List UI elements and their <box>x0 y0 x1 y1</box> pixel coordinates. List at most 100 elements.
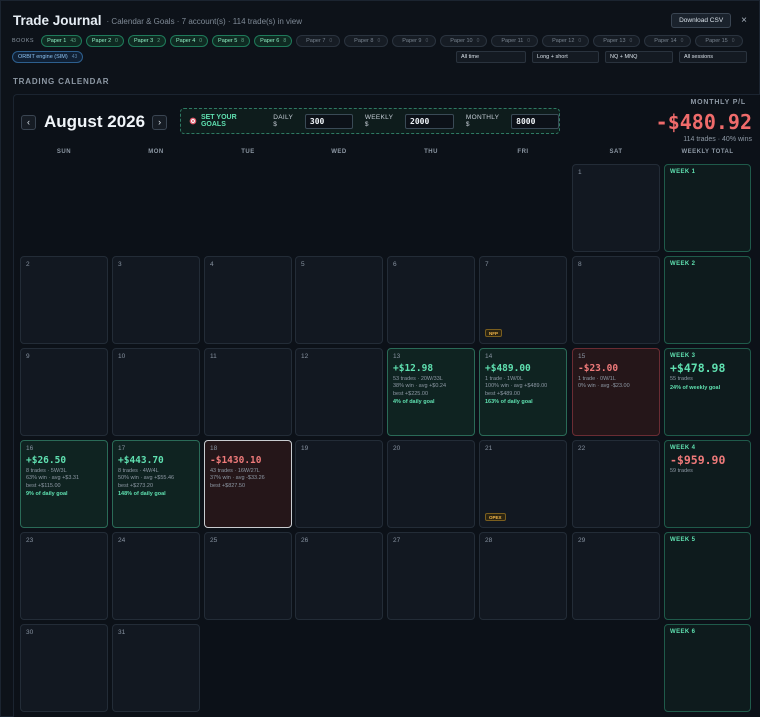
day-pnl: +$12.98 <box>393 363 434 374</box>
calendar-day-cell[interactable]: 8 <box>572 256 660 344</box>
books-filter-row: BOOKS Paper 1 43 Paper 2 0 Paper 3 2 Paper 40P… <box>12 34 747 48</box>
weekly-goal-input[interactable]: 2000 <box>405 113 454 129</box>
day-number: 28 <box>485 537 493 544</box>
day-number: 20 <box>393 445 401 452</box>
day-goal-progress: 148% of daily goal <box>118 490 166 497</box>
day-number: 1 <box>578 169 582 176</box>
calendar-day-cell[interactable]: 23 <box>20 532 108 620</box>
book-chip-count: 0 <box>377 38 381 44</box>
calendar-day-cell[interactable]: 14 +$489.00 1 trade · 1W/0L 100% win · avg … <box>479 348 567 436</box>
day-stat-line: best +$489.00 <box>485 390 521 397</box>
calendar-day-cell[interactable]: 3 <box>112 256 200 344</box>
week-total-cell[interactable]: WEEK 2 <box>664 256 751 344</box>
book-chip[interactable]: Paper 68 <box>254 35 293 47</box>
next-month-button[interactable]: › <box>152 114 168 130</box>
book-chip-label: Paper 9 <box>402 38 422 44</box>
close-icon[interactable]: × <box>741 15 747 26</box>
calendar-day-cell[interactable]: 20 <box>387 440 475 528</box>
trading-calendar: ‹ August 2026 › SET YOUR GOALS DAILY $ 3… <box>13 94 760 717</box>
book-chip[interactable]: Paper 1 43 <box>41 35 82 47</box>
calendar-day-cell[interactable]: 1 <box>572 164 660 252</box>
book-chip[interactable]: Paper 40 <box>169 35 209 47</box>
day-stat-line: best +$115.00 <box>26 482 61 489</box>
calendar-day-cell[interactable]: 27 <box>387 532 475 620</box>
calendar-day-cell[interactable]: 29 <box>572 532 660 620</box>
day-number: 18 <box>210 445 218 452</box>
calendar-day-cell[interactable]: 18 -$1430.10 43 trades · 16W/27L 37% win · … <box>204 440 292 528</box>
book-chip[interactable]: Paper 10 0 <box>440 35 488 47</box>
calendar-day-cell[interactable]: 28 <box>479 532 567 620</box>
book-chip-label: Paper 12 <box>552 38 575 44</box>
calendar-day-cell[interactable]: 11 <box>204 348 292 436</box>
calendar-day-cell[interactable]: 30 <box>20 624 108 712</box>
monthly-pl-summary: 114 trades · 40% wins <box>683 136 752 143</box>
calendar-day-cell[interactable]: 15 -$23.00 1 trade · 0W/1L 0% win · avg -$2… <box>572 348 660 436</box>
filter-select[interactable]: All sessions <box>679 51 747 63</box>
day-stat-line: 1 trade · 1W/0L <box>485 375 523 382</box>
book-chip[interactable]: Paper 14 0 <box>644 35 692 47</box>
monthly-pl-value: -$480.92 <box>655 110 752 134</box>
calendar-day-cell[interactable]: 2 <box>20 256 108 344</box>
calendar-day-cell[interactable]: 19 <box>295 440 383 528</box>
book-chip[interactable]: Paper 15 0 <box>695 35 743 47</box>
day-number: 30 <box>26 629 34 636</box>
day-number: 23 <box>26 537 34 544</box>
book-chip[interactable]: Paper 32 <box>127 35 166 47</box>
calendar-day-cell[interactable]: 31 <box>112 624 200 712</box>
filter-select[interactable]: NQ + MNQ <box>605 51 673 63</box>
week-total-cell[interactable]: WEEK 6 <box>664 624 751 712</box>
week-label: WEEK 6 <box>670 629 696 635</box>
engine-chip[interactable]: ORBIT engine (SIM) 43 <box>12 51 84 63</box>
filter-select[interactable]: All time <box>456 51 526 63</box>
week-trade-count: 59 trades <box>670 468 693 474</box>
day-stat-line: 8 trades · 4W/4L <box>118 467 159 474</box>
book-chip[interactable]: Paper 90 <box>392 35 437 47</box>
book-chip[interactable]: Paper 13 0 <box>593 35 641 47</box>
day-number: 4 <box>210 261 214 268</box>
calendar-day-cell[interactable]: 9 <box>20 348 108 436</box>
calendar-day-cell[interactable]: 17 +$443.70 8 trades · 4W/4L 50% win · avg … <box>112 440 200 528</box>
calendar-day-cell[interactable]: 12 <box>295 348 383 436</box>
book-chip-count: 8 <box>283 38 287 44</box>
book-chip-count: 2 <box>157 38 160 44</box>
calendar-day-cell[interactable]: 13 +$12.98 53 trades · 20W/33L 38% win · av… <box>387 348 475 436</box>
engine-chip-label: ORBIT engine (SIM) <box>18 54 68 60</box>
week-total-cell[interactable]: WEEK 3 +$478.98 55 trades 24% of weekly goa… <box>664 348 751 436</box>
week-total-cell[interactable]: WEEK 5 <box>664 532 751 620</box>
calendar-day-cell[interactable]: 24 <box>112 532 200 620</box>
filter-select[interactable]: Long + short <box>532 51 599 63</box>
calendar-day-cell[interactable]: 22 <box>572 440 660 528</box>
book-chip[interactable]: Paper 58 <box>212 35 251 47</box>
book-chip[interactable]: Paper 80 <box>344 35 389 47</box>
monthly-goal-input[interactable]: 8000 <box>511 113 560 129</box>
goals-title-text: SET YOUR GOALS <box>200 114 237 128</box>
book-chip[interactable]: Paper 12 0 <box>542 35 590 47</box>
prev-month-button[interactable]: ‹ <box>21 114 36 130</box>
day-number: 2 <box>26 261 30 268</box>
book-chip[interactable]: Paper 20 <box>85 35 124 47</box>
day-stat-line: best +$225.00 <box>393 390 429 397</box>
day-number: 25 <box>210 537 218 544</box>
calendar-day-cell[interactable]: 7 NFP <box>479 256 567 344</box>
calendar-day-cell[interactable]: 6 <box>387 256 475 344</box>
week-total-cell[interactable]: WEEK 4 -$959.90 59 trades <box>664 440 751 528</box>
book-chip[interactable]: Paper 11 0 <box>491 35 539 47</box>
calendar-day-cell[interactable]: 26 <box>295 532 383 620</box>
day-number: 17 <box>118 445 126 452</box>
calendar-day-cell[interactable]: 16 +$26.50 8 trades · 5W/3L 63% win · avg +… <box>20 440 108 528</box>
books-label: BOOKS <box>12 38 35 44</box>
calendar-day-cell[interactable]: 25 <box>204 532 292 620</box>
month-nav: ‹ August 2026 › <box>21 109 168 135</box>
calendar-day-cell[interactable]: 5 <box>295 256 383 344</box>
calendar-day-cell[interactable]: 4 <box>204 256 292 344</box>
day-number: 7 <box>485 261 489 268</box>
day-number: 13 <box>393 353 401 360</box>
week-label: WEEK 3 <box>670 353 696 359</box>
calendar-day-cell[interactable]: 10 <box>112 348 200 436</box>
week-total-cell[interactable]: WEEK 1 <box>664 164 751 252</box>
book-chip-count: 0 <box>629 38 633 44</box>
daily-goal-input[interactable]: 300 <box>304 113 353 129</box>
download-csv-button[interactable]: Download CSV <box>671 12 732 28</box>
book-chip[interactable]: Paper 70 <box>296 35 341 47</box>
calendar-day-cell[interactable]: 21 OPEX <box>479 440 567 528</box>
